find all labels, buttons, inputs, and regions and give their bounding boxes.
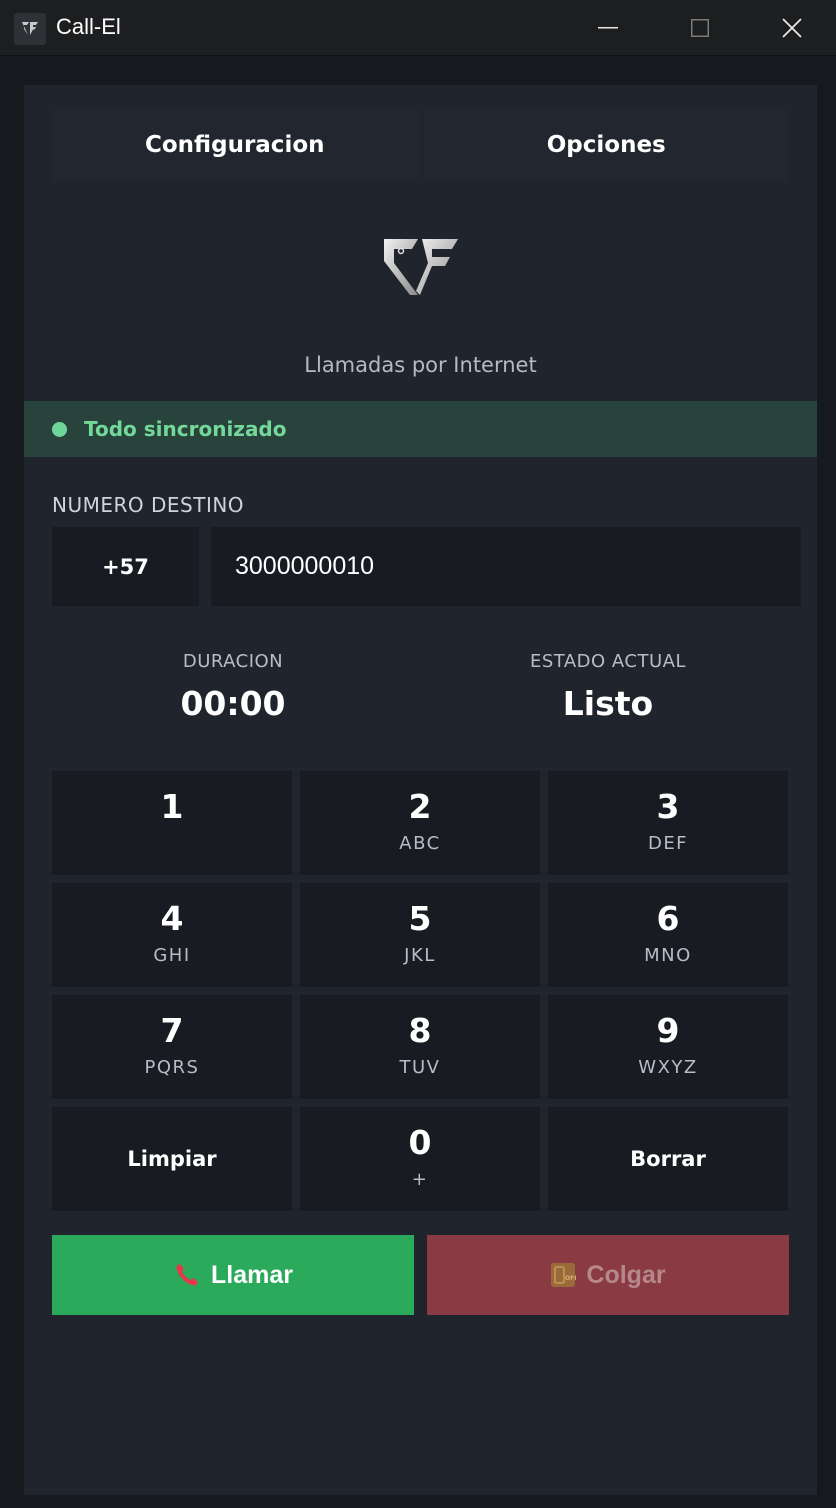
close-button[interactable]	[746, 0, 836, 56]
key-letters: TUV	[399, 1057, 441, 1078]
duration-label: DURACION	[182, 651, 284, 672]
svg-text:OFF: OFF	[565, 1275, 576, 1282]
key-digit: 8	[408, 1011, 432, 1050]
key-digit: 6	[656, 899, 680, 938]
status-dot-icon	[52, 421, 67, 437]
key-letters: +	[411, 1169, 429, 1190]
tab-opciones[interactable]: Opciones	[423, 108, 789, 182]
key-3[interactable]: 3 DEF	[548, 771, 788, 875]
key-digit: 7	[160, 1011, 184, 1050]
key-letters: GHI	[153, 945, 191, 966]
key-letters: MNO	[644, 945, 692, 966]
call-button[interactable]: Llamar	[52, 1235, 414, 1315]
maximize-button[interactable]	[654, 0, 746, 56]
hangup-button[interactable]: OFF Colgar	[427, 1235, 789, 1315]
close-icon	[782, 18, 802, 38]
hangup-label: Colgar	[586, 1260, 666, 1289]
key-letters: DEF	[647, 833, 689, 854]
ce-logo-icon	[380, 235, 460, 299]
delete-button[interactable]: Borrar	[548, 1107, 788, 1211]
minimize-icon	[598, 27, 618, 29]
delete-label: Borrar	[630, 1147, 706, 1171]
status-text: Todo sincronizado	[84, 417, 287, 441]
key-7[interactable]: 7 PQRS	[52, 995, 292, 1099]
key-letters: WXYZ	[638, 1057, 698, 1078]
key-digit: 2	[408, 787, 432, 826]
duration-value: 00:00	[180, 684, 286, 723]
key-digit: 3	[656, 787, 680, 826]
minimize-button[interactable]	[562, 0, 654, 56]
top-tabs: Configuracion Opciones	[52, 108, 789, 182]
duration-block: DURACION 00:00	[83, 651, 383, 723]
phone-off-icon: OFF	[551, 1263, 576, 1287]
key-9[interactable]: 9 WXYZ	[548, 995, 788, 1099]
dial-keypad: 1 2 ABC 3 DEF 4 GHI 5 JKL 6 MNO 7 PQRS 8	[52, 771, 789, 1211]
tab-configuracion[interactable]: Configuracion	[52, 108, 418, 182]
key-digit: 0	[408, 1123, 432, 1162]
clear-button[interactable]: Limpiar	[52, 1107, 292, 1211]
country-prefix-button[interactable]: +57	[52, 527, 199, 606]
key-2[interactable]: 2 ABC	[300, 771, 540, 875]
state-label: ESTADO ACTUAL	[529, 651, 687, 672]
dialer-panel: Configuracion Opciones Llamadas por Inte…	[24, 85, 817, 1495]
maximize-icon	[691, 19, 709, 37]
window-title: Call-El	[56, 14, 121, 39]
state-block: ESTADO ACTUAL Listo	[458, 651, 758, 723]
key-letters: ABC	[399, 833, 441, 854]
key-0[interactable]: 0 +	[300, 1107, 540, 1211]
state-value: Listo	[562, 684, 654, 723]
key-letters: JKL	[404, 945, 436, 966]
key-letters: PQRS	[144, 1057, 200, 1078]
key-6[interactable]: 6 MNO	[548, 883, 788, 987]
phone-icon	[176, 1264, 198, 1286]
key-4[interactable]: 4 GHI	[52, 883, 292, 987]
call-label: Llamar	[211, 1260, 293, 1289]
key-1[interactable]: 1	[52, 771, 292, 875]
destination-label: NUMERO DESTINO	[52, 493, 245, 517]
key-8[interactable]: 8 TUV	[300, 995, 540, 1099]
app-logo-icon	[14, 13, 46, 45]
key-digit: 4	[160, 899, 184, 938]
title-bar: Call-El	[0, 0, 836, 56]
key-digit: 5	[408, 899, 432, 938]
key-5[interactable]: 5 JKL	[300, 883, 540, 987]
sync-status-bar: Todo sincronizado	[24, 401, 817, 457]
clear-label: Limpiar	[127, 1147, 217, 1171]
app-subtitle: Llamadas por Internet	[304, 353, 537, 377]
key-digit: 9	[656, 1011, 680, 1050]
destination-number-input[interactable]	[211, 527, 801, 606]
key-digit: 1	[160, 787, 184, 826]
